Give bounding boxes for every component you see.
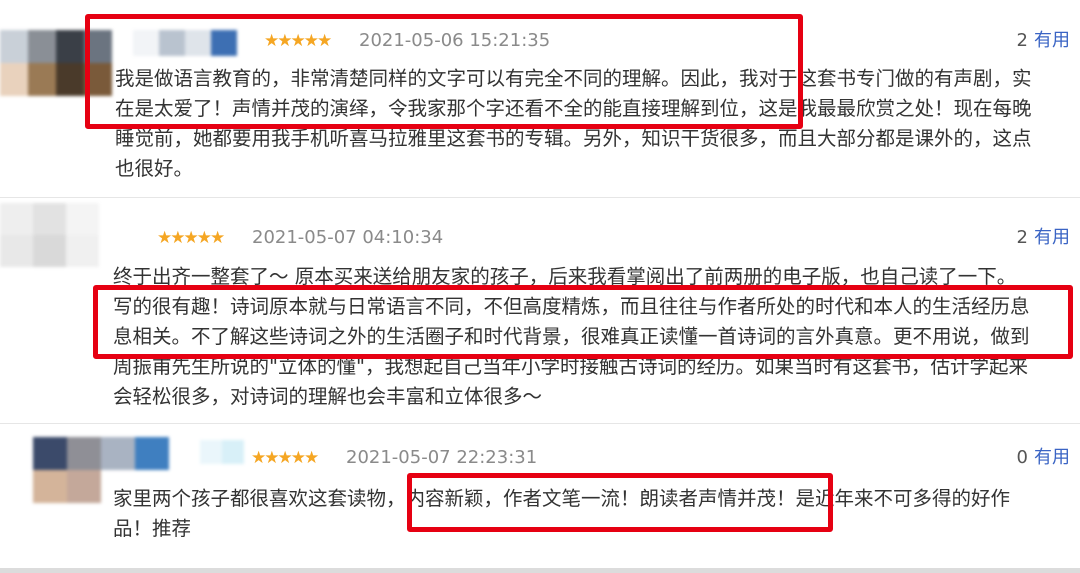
highlight-box — [85, 14, 803, 129]
highlight-box — [93, 285, 1073, 359]
review-line: 也很好。 — [115, 157, 194, 180]
review-line: 会轻松很多，对诗词的理解也会丰富和立体很多～ — [113, 385, 543, 408]
rating-stars: ★★★★★ — [157, 228, 225, 248]
useful-button[interactable]: 2 有用 — [1017, 30, 1070, 52]
username[interactable] — [200, 440, 244, 464]
divider — [0, 423, 1080, 424]
avatar[interactable] — [0, 203, 100, 267]
useful-button[interactable]: 2 有用 — [1017, 227, 1070, 249]
review-date: 2021-05-07 04:10:34 — [252, 227, 444, 248]
useful-label: 有用 — [1034, 227, 1070, 248]
review-date: 2021-05-07 22:23:31 — [346, 447, 538, 468]
rating-stars: ★★★★★ — [251, 448, 319, 468]
useful-label: 有用 — [1034, 30, 1070, 51]
useful-label: 有用 — [1034, 447, 1070, 468]
review-list: ★★★★★ 2021-05-06 15:21:35 2 有用 我是做语言教育的，非… — [0, 0, 1080, 573]
useful-button[interactable]: 0 有用 — [1017, 447, 1070, 469]
useful-count: 0 — [1016, 447, 1028, 468]
divider — [0, 197, 1080, 198]
divider — [0, 568, 1080, 573]
highlight-box — [407, 473, 833, 532]
useful-count: 2 — [1016, 30, 1028, 51]
useful-count: 2 — [1016, 227, 1028, 248]
